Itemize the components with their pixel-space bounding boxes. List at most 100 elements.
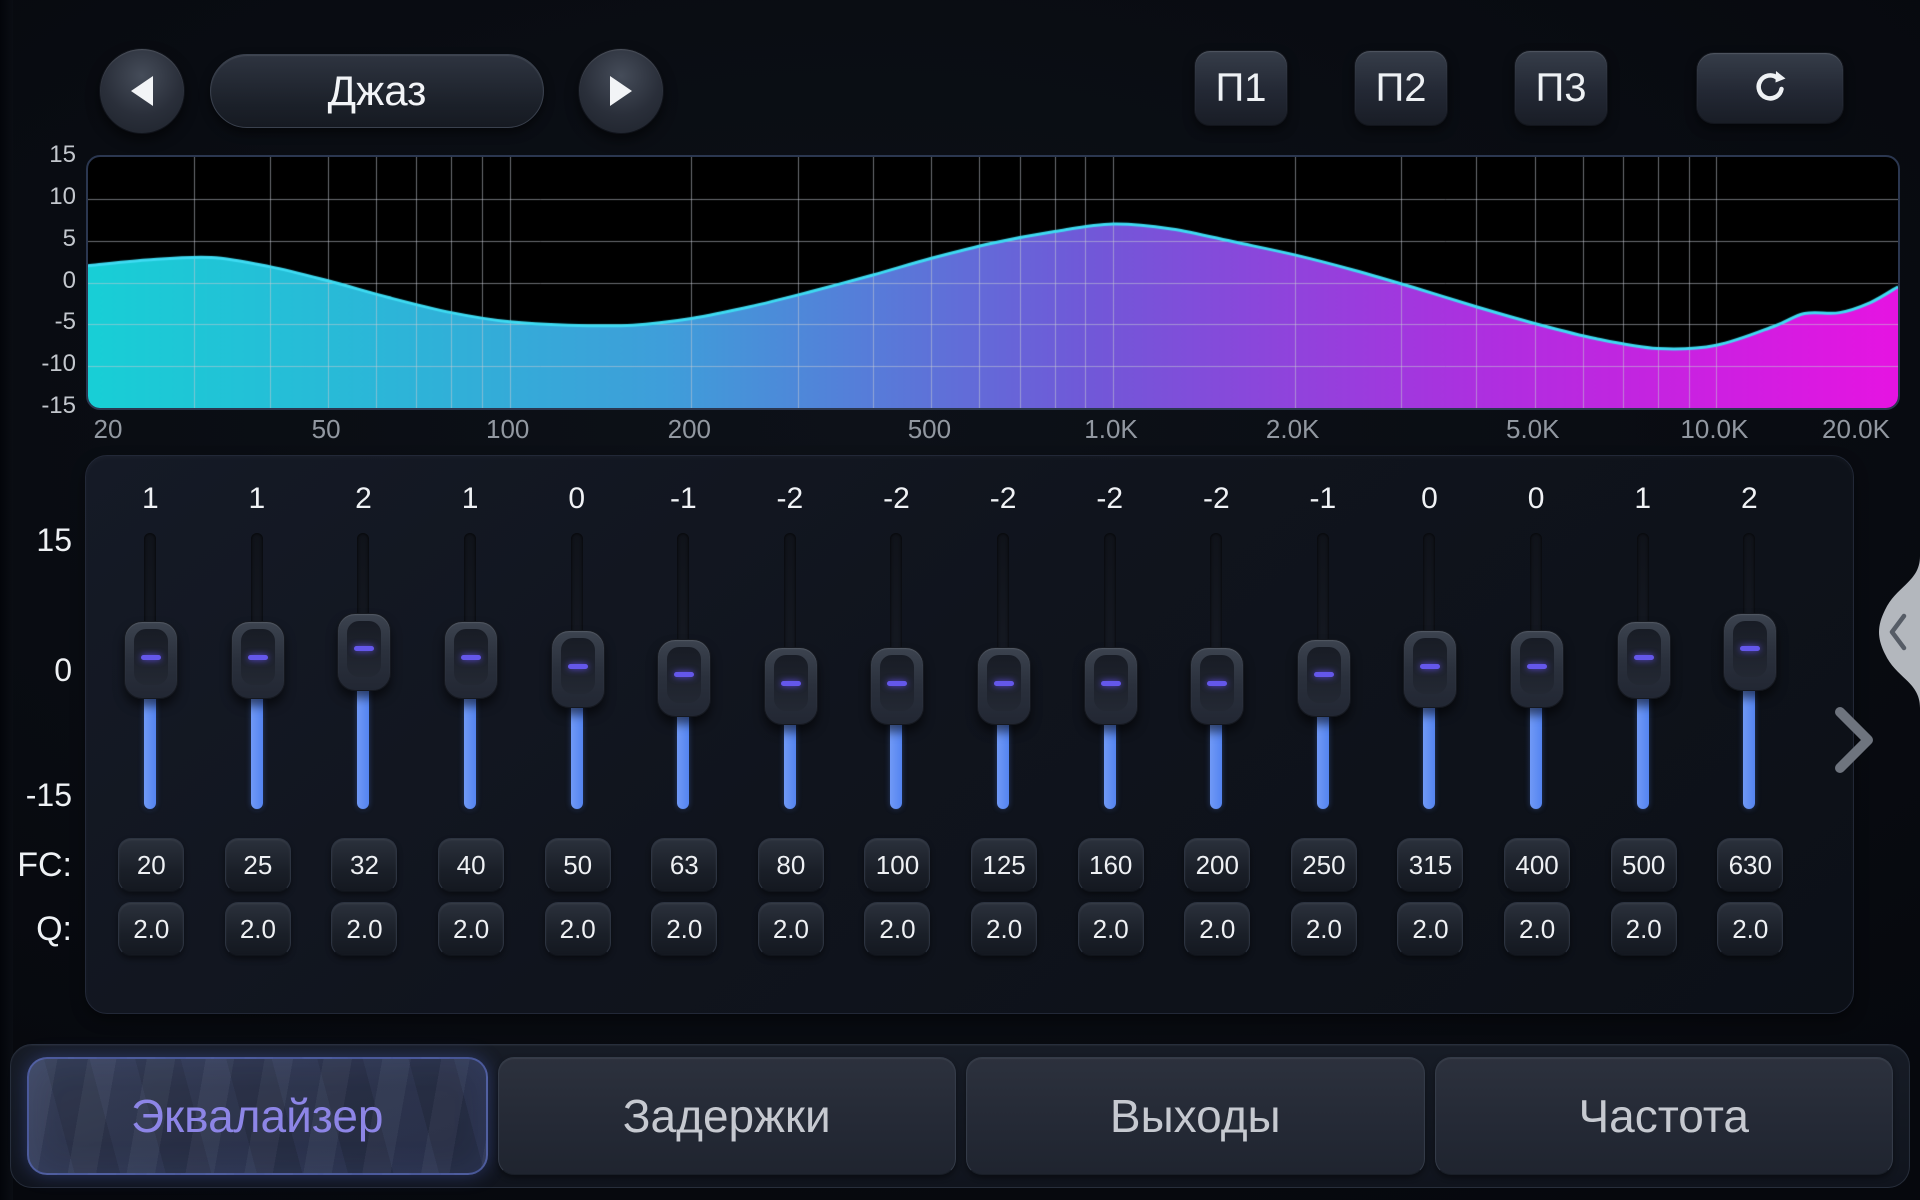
- band-q-button[interactable]: 2.0: [1397, 902, 1463, 956]
- gain-scale-bottom-label: -15: [0, 777, 72, 814]
- band-slider-thumb[interactable]: [870, 647, 924, 725]
- preset-memory-button-1[interactable]: П1: [1194, 50, 1288, 126]
- band-q-button[interactable]: 2.0: [545, 902, 611, 956]
- band-slider-fill: [997, 711, 1009, 809]
- eq-band-column: 04002.0: [1483, 470, 1590, 980]
- preset-memory-button-2[interactable]: П2: [1354, 50, 1448, 126]
- band-q-button[interactable]: 2.0: [118, 902, 184, 956]
- band-slider-thumb[interactable]: [764, 647, 818, 725]
- x-tick-label: 200: [668, 414, 711, 445]
- slider-thumb-grip-icon: [141, 655, 161, 660]
- preset-name-display[interactable]: Джаз: [210, 54, 544, 128]
- tab-frequency[interactable]: Частота: [1435, 1057, 1894, 1175]
- slider-thumb-grip-icon: [461, 655, 481, 660]
- eq-band-column: -1 63 2.0: [630, 470, 737, 980]
- slider-thumb-grip-icon: [887, 681, 907, 686]
- band-q-button[interactable]: 2.0: [758, 902, 824, 956]
- band-q-button[interactable]: 2.0: [1184, 902, 1250, 956]
- band-fc-button[interactable]: 125: [971, 838, 1037, 892]
- slider-thumb-inset: [987, 655, 1021, 711]
- band-gain-value: 0: [523, 482, 630, 516]
- band-fc-button[interactable]: 250: [1291, 838, 1357, 892]
- band-fc-button[interactable]: 315: [1397, 838, 1463, 892]
- band-q-button[interactable]: 2.0: [864, 902, 930, 956]
- band-fc-button[interactable]: 50: [545, 838, 611, 892]
- band-fc-button[interactable]: 80: [758, 838, 824, 892]
- band-slider-fill: [251, 685, 263, 809]
- band-q-button[interactable]: 2.0: [331, 902, 397, 956]
- band-slider-thumb[interactable]: [444, 621, 498, 699]
- slider-thumb-grip-icon: [1740, 646, 1760, 651]
- band-fc-button[interactable]: 32: [331, 838, 397, 892]
- band-q-button[interactable]: 2.0: [651, 902, 717, 956]
- band-fc-button[interactable]: 160: [1078, 838, 1144, 892]
- slider-thumb-grip-icon: [1314, 672, 1334, 677]
- slider-thumb-inset: [561, 638, 595, 694]
- band-fc-button[interactable]: 200: [1184, 838, 1250, 892]
- band-slider-thumb[interactable]: [1297, 639, 1351, 717]
- band-fc-button[interactable]: 25: [225, 838, 291, 892]
- band-q-button[interactable]: 2.0: [1078, 902, 1144, 956]
- band-slider-thumb[interactable]: [1084, 647, 1138, 725]
- gain-scale-zero-label: 0: [0, 652, 72, 689]
- band-q-button[interactable]: 2.0: [1504, 902, 1570, 956]
- band-q-button[interactable]: 2.0: [971, 902, 1037, 956]
- slider-thumb-inset: [1627, 629, 1661, 685]
- reset-button[interactable]: [1696, 52, 1844, 124]
- band-slider-thumb[interactable]: [551, 630, 605, 708]
- tab-delays[interactable]: Задержки: [498, 1057, 957, 1175]
- slider-thumb-inset: [1094, 655, 1128, 711]
- band-q-button[interactable]: 2.0: [438, 902, 504, 956]
- band-slider-thumb[interactable]: [1723, 613, 1777, 691]
- band-slider-thumb[interactable]: [337, 613, 391, 691]
- band-fc-button[interactable]: 63: [651, 838, 717, 892]
- band-gain-value: 2: [1696, 482, 1803, 516]
- band-fc-button[interactable]: 400: [1504, 838, 1570, 892]
- band-gain-value: -2: [1163, 482, 1270, 516]
- band-q-button[interactable]: 2.0: [1291, 902, 1357, 956]
- band-slider-thumb[interactable]: [977, 647, 1031, 725]
- band-slider-thumb[interactable]: [1403, 630, 1457, 708]
- band-q-button[interactable]: 2.0: [1717, 902, 1783, 956]
- preset-prev-button[interactable]: [99, 48, 185, 134]
- slider-thumb-inset: [774, 655, 808, 711]
- preset-name-label: Джаз: [328, 67, 427, 115]
- band-slider-thumb[interactable]: [1617, 621, 1671, 699]
- band-slider-fill: [677, 703, 689, 809]
- band-fc-button[interactable]: 40: [438, 838, 504, 892]
- preset-memory-button-3[interactable]: П3: [1514, 50, 1608, 126]
- slider-thumb-inset: [1733, 621, 1767, 677]
- x-tick-label: 1.0K: [1084, 414, 1138, 445]
- band-fc-button[interactable]: 500: [1611, 838, 1677, 892]
- slider-thumb-grip-icon: [674, 672, 694, 677]
- tab-outputs[interactable]: Выходы: [966, 1057, 1425, 1175]
- slider-thumb-inset: [667, 647, 701, 703]
- preset-next-button[interactable]: [578, 48, 664, 134]
- eq-band-column: -21002.0: [843, 470, 950, 980]
- y-tick-label: 5: [0, 225, 76, 253]
- band-q-button[interactable]: 2.0: [1611, 902, 1677, 956]
- y-tick-label: 15: [0, 141, 76, 169]
- band-fc-button[interactable]: 100: [864, 838, 930, 892]
- x-tick-label: 50: [312, 414, 341, 445]
- band-slider-thumb[interactable]: [1510, 630, 1564, 708]
- next-bands-page-button[interactable]: [1830, 704, 1878, 776]
- gain-scale-top-label: 15: [0, 522, 72, 559]
- band-slider-fill: [1423, 694, 1435, 809]
- band-fc-button[interactable]: 20: [118, 838, 184, 892]
- band-slider-thumb[interactable]: [1190, 647, 1244, 725]
- x-tick-label: 20: [94, 414, 123, 445]
- slider-thumb-inset: [1520, 638, 1554, 694]
- band-gain-value: -1: [630, 482, 737, 516]
- slider-thumb-grip-icon: [1207, 681, 1227, 686]
- x-tick-label: 5.0K: [1506, 414, 1560, 445]
- y-tick-label: 10: [0, 183, 76, 211]
- band-q-button[interactable]: 2.0: [225, 902, 291, 956]
- band-slider-thumb[interactable]: [124, 621, 178, 699]
- tab-equalizer[interactable]: Эквалайзер: [27, 1057, 488, 1175]
- band-slider-thumb[interactable]: [231, 621, 285, 699]
- side-panel-handle[interactable]: [1858, 556, 1920, 708]
- eq-band-column: 1402.0: [417, 470, 524, 980]
- band-fc-button[interactable]: 630: [1717, 838, 1783, 892]
- band-slider-thumb[interactable]: [657, 639, 711, 717]
